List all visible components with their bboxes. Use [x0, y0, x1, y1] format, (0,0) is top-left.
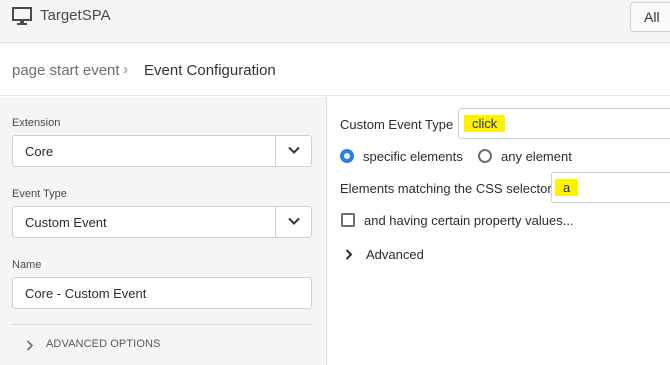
property-values-label[interactable]: and having certain property values...: [364, 213, 574, 228]
property-values-checkbox[interactable]: [341, 213, 355, 227]
event-settings-panel: Extension Core Event Type Custom Event N…: [0, 97, 327, 365]
any-element-label[interactable]: any element: [501, 149, 572, 164]
advanced-label[interactable]: Advanced: [366, 247, 424, 262]
custom-event-type-label: Custom Event Type: [340, 117, 454, 132]
chevron-down-icon: [288, 217, 300, 225]
extension-select[interactable]: Core: [12, 135, 312, 167]
event-type-label: Event Type: [12, 188, 67, 200]
app-title: TargetSPA: [40, 7, 111, 24]
monitor-icon: [12, 7, 32, 25]
divider: [12, 324, 312, 325]
event-type-value: Custom Event: [25, 215, 107, 230]
chevron-down-icon: [288, 146, 300, 154]
extension-value: Core: [25, 144, 54, 159]
chevron-right-icon: [345, 249, 353, 260]
advanced-options-label: ADVANCED OPTIONS: [46, 338, 161, 350]
app-header: TargetSPA All: [0, 0, 670, 43]
event-type-select[interactable]: Custom Event: [12, 206, 312, 238]
extension-label: Extension: [12, 117, 61, 129]
event-type-dropdown-button[interactable]: [275, 207, 311, 237]
breadcrumb: page start event › Event Configuration: [0, 44, 670, 96]
custom-event-type-input[interactable]: click: [458, 108, 670, 139]
breadcrumb-current: Event Configuration: [144, 62, 276, 79]
css-selector-input[interactable]: a: [551, 172, 670, 203]
all-button[interactable]: All: [630, 2, 670, 32]
name-label: Name: [12, 259, 42, 271]
name-input[interactable]: [12, 277, 312, 309]
any-element-radio[interactable]: [478, 149, 492, 163]
extension-dropdown-button[interactable]: [275, 136, 311, 166]
breadcrumb-separator: ›: [123, 61, 128, 78]
specific-elements-radio[interactable]: [340, 149, 354, 163]
custom-event-type-value: click: [464, 115, 506, 132]
breadcrumb-parent-link[interactable]: page start event: [12, 62, 120, 79]
chevron-right-icon: [26, 340, 34, 351]
css-selector-label: Elements matching the CSS selector: [340, 181, 552, 196]
specific-elements-label[interactable]: specific elements: [363, 149, 463, 164]
css-selector-value: a: [555, 179, 579, 196]
